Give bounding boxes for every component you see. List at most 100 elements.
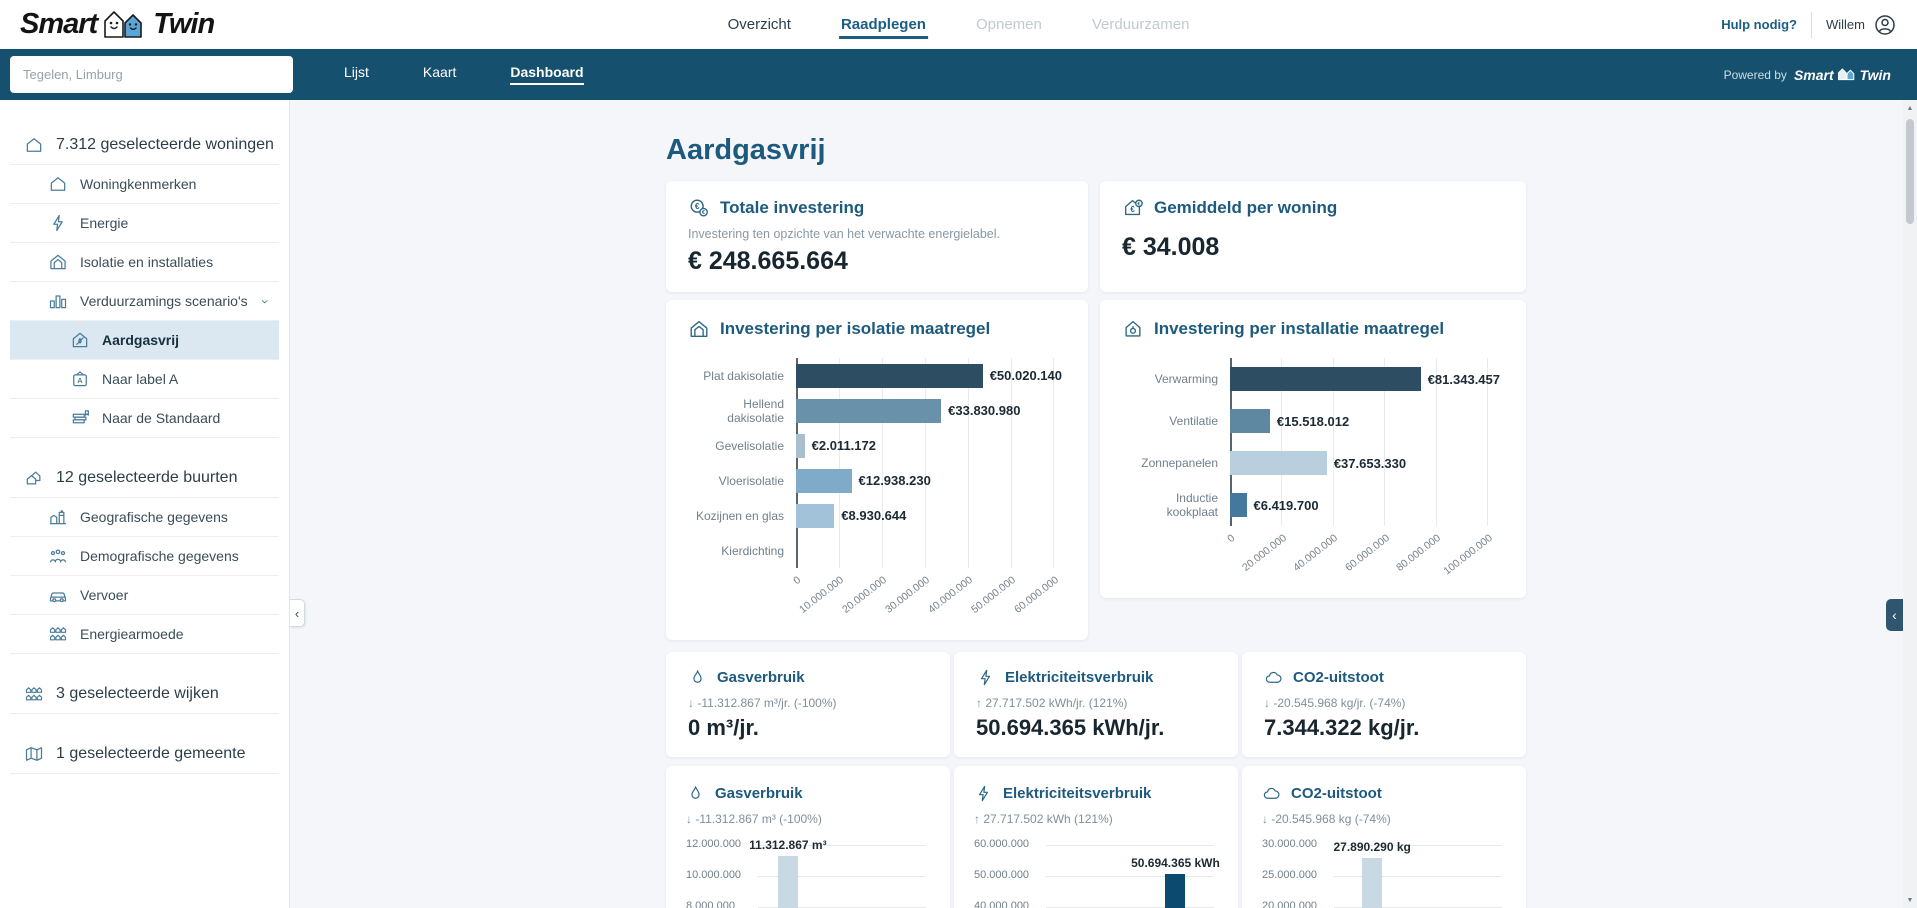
electricity-chart-card: Elektriciteitsverbruik ↑ 27.717.502 kWh …: [954, 766, 1238, 908]
thermostat-house-icon: [1122, 318, 1144, 340]
sidebar-item-vervoer[interactable]: Vervoer: [10, 576, 279, 615]
tab-dashboard[interactable]: Dashboard: [483, 49, 610, 100]
search-input[interactable]: [10, 56, 293, 93]
sidebar-item-demografische-gegevens[interactable]: Demografische gegevens: [10, 537, 279, 576]
gas-free-house-icon: [70, 330, 90, 350]
sidebar-item-aardgasvrij[interactable]: Aardgasvrij: [10, 321, 279, 360]
stat-value: 0 m³/jr.: [688, 715, 928, 741]
bar: [1165, 874, 1185, 908]
bar-track: €15.518.012: [1230, 400, 1500, 442]
sidebar-item-isolatie-installaties[interactable]: Isolatie en installaties: [10, 243, 279, 282]
bar-track: €81.343.457: [1230, 358, 1500, 400]
value-label: 27.890.290 kg: [1333, 840, 1410, 854]
svg-text:€: €: [702, 210, 705, 216]
buildings-icon: [48, 507, 68, 527]
powered-by-brand: Smart Twin: [1794, 67, 1891, 83]
sidebar-item-selected-wijken[interactable]: 3 geselecteerde wijken: [10, 675, 279, 714]
flame-icon: [686, 784, 705, 803]
neighbourhood-icon: [24, 468, 44, 488]
scroll-down-arrow[interactable]: ▼: [1903, 892, 1917, 908]
app-logo[interactable]: Smart Twin: [20, 8, 214, 42]
sidebar-item-selected-woningen[interactable]: 7.312 geselecteerde woningen: [10, 126, 279, 165]
gas-usage-chart-card: Gasverbruik ↓ -11.312.867 m³ (-100%) 12.…: [666, 766, 950, 908]
house-icon: [24, 135, 44, 155]
chart-row: Gevelisolatie€2.011.172: [688, 428, 1066, 463]
value-label: 50.694.365 kWh: [1131, 856, 1220, 870]
collapse-sidebar-handle[interactable]: ‹: [290, 599, 305, 627]
lightning-icon: [48, 213, 68, 233]
logo-smart-text: Smart: [20, 8, 97, 41]
tab-lijst[interactable]: Lijst: [317, 49, 396, 100]
value-label: €8.930.644: [841, 508, 906, 523]
expand-right-panel-handle[interactable]: ‹: [1886, 599, 1903, 631]
total-investment-card: €€ Totale investering Investering ten op…: [666, 181, 1088, 292]
insulated-house-icon: [688, 318, 710, 340]
electricity-stat-card: Elektriciteitsverbruik ↑ 27.717.502 kWh/…: [954, 652, 1238, 757]
bar: [1230, 493, 1247, 517]
sidebar-item-naar-label-a[interactable]: A Naar label A: [10, 360, 279, 399]
tab-kaart[interactable]: Kaart: [396, 49, 483, 100]
total-investment-value: € 248.665.664: [688, 247, 1066, 276]
user-menu[interactable]: Willem: [1826, 13, 1897, 37]
euro-coins-icon: €€: [688, 197, 710, 219]
sidebar-item-energiearmoede[interactable]: Energiearmoede: [10, 615, 279, 654]
bar: [796, 504, 834, 528]
help-link[interactable]: Hulp nodig?: [1721, 17, 1797, 32]
chart-row: Inductie kookplaat€6.419.700: [1122, 484, 1504, 526]
district-icon: [24, 684, 44, 704]
card-title: Gemiddeld per woning: [1154, 198, 1337, 218]
gas-usage-column-chart: 12.000.00010.000.0008.000.00011.312.867 …: [686, 839, 930, 908]
lightning-icon: [974, 784, 993, 803]
chart-row: Vloerisolatie €12.938.230: [688, 463, 1066, 498]
vertical-scrollbar[interactable]: ▲ ▼: [1903, 100, 1917, 908]
main-nav: Overzicht Raadplegen Opnemen Verduurzame…: [726, 10, 1192, 39]
bar: [796, 399, 941, 423]
stat-value: 50.694.365 kWh/jr.: [976, 715, 1216, 741]
sidebar-item-selected-buurten[interactable]: 12 geselecteerde buurten: [10, 459, 279, 498]
category-label: Vloerisolatie: [688, 474, 796, 488]
value-label: €81.343.457: [1428, 372, 1500, 387]
scrollbar-thumb[interactable]: [1906, 119, 1914, 224]
insulated-house-icon: [48, 252, 68, 272]
nav-item-opnemen[interactable]: Opnemen: [974, 10, 1044, 39]
y-tick-label: 40.000.000: [974, 900, 1029, 908]
bar: [1230, 409, 1270, 433]
nav-item-overzicht[interactable]: Overzicht: [726, 10, 793, 39]
bar: [778, 856, 798, 908]
nav-item-verduurzamen[interactable]: Verduurzamen: [1090, 10, 1192, 39]
sidebar-item-woningkenmerken[interactable]: Woningkenmerken: [10, 165, 279, 204]
y-tick-label: 60.000.000: [974, 838, 1029, 850]
installatie-chart-card: Investering per installatie maatregel Ve…: [1100, 300, 1526, 598]
category-label: Hellend dakisolatie: [688, 397, 796, 425]
value-label: €12.938.230: [859, 473, 931, 488]
sidebar-item-verduurzamings-scenarios[interactable]: Verduurzamings scenario's: [10, 282, 279, 321]
sidebar-item-naar-de-standaard[interactable]: Naar de Standaard: [10, 399, 279, 438]
bar: [796, 434, 805, 458]
y-tick-label: 8.000.000: [686, 900, 735, 908]
powered-by-text: Powered by: [1724, 68, 1787, 82]
chart-row: Kierdichting: [688, 533, 1066, 568]
scroll-up-arrow[interactable]: ▲: [1903, 100, 1917, 116]
gas-usage-stat-card: Gasverbruik ↓ -11.312.867 m³/jr. (-100%)…: [666, 652, 950, 757]
sidebar-item-energie[interactable]: Energie: [10, 204, 279, 243]
nav-item-raadplegen[interactable]: Raadplegen: [839, 10, 928, 39]
sidebar-item-geografische-gegevens[interactable]: Geografische gegevens: [10, 498, 279, 537]
house-euro-icon: €€: [1122, 197, 1144, 219]
isolatie-chart-card: Investering per isolatie maatregel Plat …: [666, 300, 1088, 640]
value-label: €33.830.980: [948, 403, 1020, 418]
chart-row: Verwarming€81.343.457: [1122, 358, 1504, 400]
house-icon: [48, 174, 68, 194]
stat-delta: ↑ 27.717.502 kWh/jr. (121%): [976, 696, 1216, 710]
twin-houses-logo-icon: [99, 8, 151, 42]
svg-text:€: €: [1138, 201, 1141, 207]
user-avatar-icon: [1873, 13, 1897, 37]
category-label: Kozijnen en glas: [688, 509, 796, 523]
top-navigation: Smart Twin Overzicht Raadplegen Opnemen …: [0, 0, 1917, 49]
chart-title: CO2-uitstoot: [1291, 785, 1382, 802]
category-label: Plat dakisolatie: [688, 369, 796, 383]
sidebar-item-selected-gemeente[interactable]: 1 geselecteerde gemeente: [10, 735, 279, 774]
user-name: Willem: [1826, 17, 1865, 32]
chart-delta: ↓ -20.545.968 kg (-74%): [1262, 812, 1506, 826]
y-tick-label: 20.000.000: [1262, 900, 1317, 908]
y-tick-label: 50.000.000: [974, 869, 1029, 881]
